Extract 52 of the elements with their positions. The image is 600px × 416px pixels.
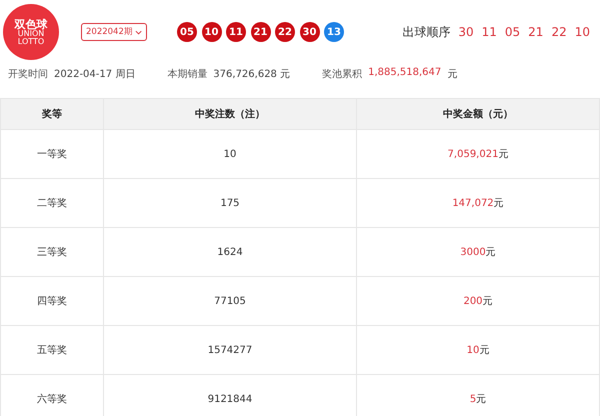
chevron-down-icon [134,30,142,34]
lottery-ball: 22 [275,22,295,42]
info-label: 本期销量 [167,68,208,81]
logo-subtitle: UNION [18,30,44,38]
logo-subtitle: LOTTO [18,38,44,46]
info-unit: 元 [447,68,458,81]
table-cell: 1574277 [104,326,356,374]
column-header: 中奖注数（注） [104,98,356,130]
table-cell: 77105 [104,276,356,326]
lottery-ball: 13 [324,22,344,42]
prize-amount: 147,072 [452,198,494,209]
table-cell: 175 [104,178,356,228]
prize-amount: 7,059,021 [448,149,498,160]
prize-amount: 200 [463,296,483,307]
table-cell: 10 [104,130,356,178]
logo-title: 双色球 [14,18,48,30]
table-cell: 三等奖 [0,228,104,276]
currency-unit: 元 [494,198,504,209]
lottery-ball: 30 [300,22,320,42]
info-value: 376,726,628 元 [213,68,290,81]
table-cell: 二等奖 [0,178,104,228]
prize-amount: 3000 [460,247,486,258]
lottery-ball: 21 [250,22,270,42]
prize-amount: 5 [470,394,476,405]
lottery-ball: 05 [177,22,197,42]
draw-order-number: 05 [504,25,520,39]
table-cell: 六等奖 [0,374,104,416]
currency-unit: 元 [479,345,490,356]
draw-order-number: 11 [482,25,497,39]
currency-unit: 元 [498,149,508,160]
info-label: 开奖时间 [8,68,48,81]
table-cell: 一等奖 [0,130,104,178]
draw-order-number: 30 [458,25,474,39]
currency-unit: 元 [476,394,486,405]
draw-order-number: 21 [528,25,544,39]
table-cell: 1624 [104,228,356,276]
info-value: 2022-04-17 周日 [54,68,136,81]
draw-order-number: 10 [574,25,590,39]
lottery-ball: 10 [202,22,222,42]
draw-order-number: 22 [551,25,567,39]
lottery-ball: 11 [226,22,246,42]
column-header: 奖等 [0,98,104,130]
info-label: 奖池累积 [322,68,362,81]
table-cell: 四等奖 [0,276,104,326]
currency-unit: 元 [486,247,496,258]
column-header: 中奖金额（元） [356,98,600,130]
table-cell: 五等奖 [0,326,104,374]
prize-amount: 10 [466,345,480,356]
currency-unit: 元 [482,296,493,307]
draw-order-label: 出球顺序 [402,24,450,40]
issue-dropdown[interactable]: 2022042期 [81,23,147,41]
info-value: 1,885,518,647 [368,67,442,80]
